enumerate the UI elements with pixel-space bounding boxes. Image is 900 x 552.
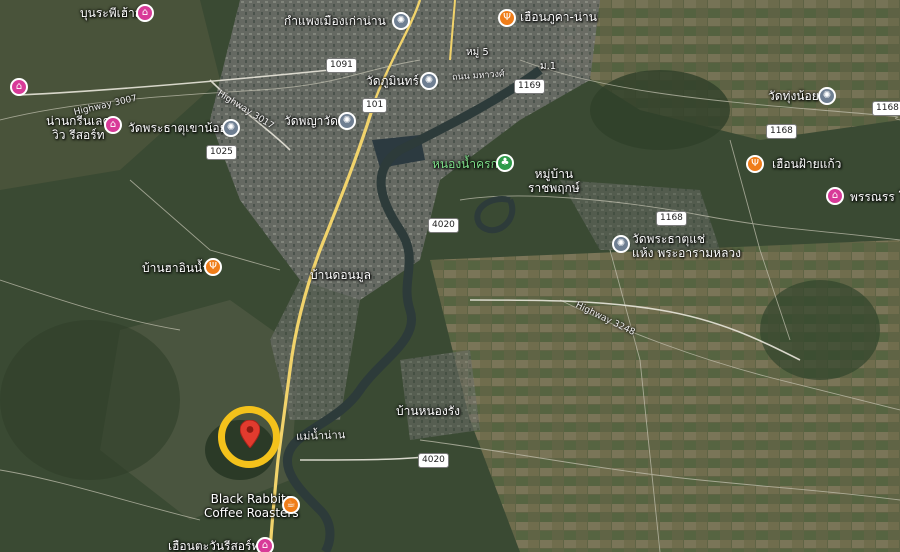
location-pin-icon[interactable] [240,420,260,448]
label-kampaeng: กำแพงเมืองเก่าน่าน [284,14,386,28]
label-wat-phrathat-khao-noi: วัดพระธาตุเขาน้อย [128,121,227,135]
bed-icon[interactable]: ⌂ [256,537,274,552]
label-moo-ban-line2: ราชพฤกษ์ [528,181,580,195]
label-ban-nong-rang: บ้านหนองรัง [396,404,461,418]
road-shield-1168-a: 1168 [872,101,900,116]
label-moo-ban: หมู่บ้าน ราชพฤกษ์ [528,167,580,195]
dharma-wheel-icon[interactable]: ✺ [612,235,630,253]
fork-knife-icon[interactable]: Ψ [204,258,222,276]
road-shield-1168-b: 1168 [766,124,797,139]
dharma-wheel-icon[interactable]: ✺ [818,87,836,105]
dharma-wheel-icon[interactable]: ✺ [420,72,438,90]
bed-icon[interactable]: ⌂ [136,4,154,22]
tree-icon[interactable]: ♣ [496,154,514,172]
label-huean-fai-kaew: เฮือนฝ้ายแก้ว [772,157,842,171]
road-shield-4020-a: 4020 [428,218,459,233]
label-wat-chae-line1: วัดพระธาตุแช่ [632,232,706,246]
fork-knife-icon[interactable]: Ψ [498,9,516,27]
label-mae-nam-nan: แม่น้ำน่าน [295,428,346,443]
dharma-wheel-icon[interactable]: ✺ [392,12,410,30]
label-huean-kha-nan: เฮือนภูคา-น่าน [520,10,597,24]
road-shield-101: 101 [362,98,388,113]
bed-icon[interactable]: ⌂ [826,187,844,205]
label-huean-tha-ruesot: เฮือนตะวันรีสอร์ท [168,539,260,552]
label-nan-green-lake-line2: วิว รีสอร์ท [51,128,105,142]
label-wat-chae-line2: แห้ง พระอารามหลวง [632,246,742,260]
dharma-wheel-icon[interactable]: ✺ [222,119,240,137]
road-shield-1025: 1025 [206,145,237,160]
road-shield-1168-c: 1168 [656,211,687,226]
label-wat-phaya-wat: วัดพญาวัด [284,114,338,128]
dharma-wheel-icon[interactable]: ✺ [338,112,356,130]
label-bunsripheela: บุนระพีเฮ้าส์ [80,6,143,20]
map-view[interactable]: บุนระพีเฮ้าส์ ⌂ กำแพงเมืองเก่าน่าน ✺ Ψ เ… [0,0,900,552]
label-nong-nam-khrok: หนองน้ำครก [432,157,498,171]
label-ban-don-mun: บ้านดอนมูล [310,268,372,282]
label-ban-ha-in-nam: บ้านฮาอินน้ำ [142,261,209,275]
coffee-cup-icon[interactable]: ☕ [282,496,300,514]
bed-icon[interactable]: ⌂ [10,78,28,96]
fork-knife-icon[interactable]: Ψ [746,155,764,173]
label-moo1: ม.1 [540,61,557,72]
road-shield-4020-b: 4020 [418,453,449,468]
label-moo-ban-line1: หมู่บ้าน [534,167,574,181]
bed-icon[interactable]: ⌂ [104,116,122,134]
label-nan-green-lake: น่านกรีนเลค วิว รีสอร์ท [46,114,111,142]
label-wat-phumin: วัดภูมินทร์ [366,74,419,88]
label-wat-thung-noi: วัดทุ่งน้อย [768,89,819,103]
label-phonrani: พรรณรร โฮ [850,190,900,204]
road-shield-1169: 1169 [514,79,545,94]
satellite-imagery [0,0,900,552]
road-shield-1091: 1091 [326,58,357,73]
label-wat-chae: วัดพระธาตุแช่ แห้ง พระอารามหลวง [632,232,741,260]
label-moo5: หมู่ 5 [466,47,489,58]
